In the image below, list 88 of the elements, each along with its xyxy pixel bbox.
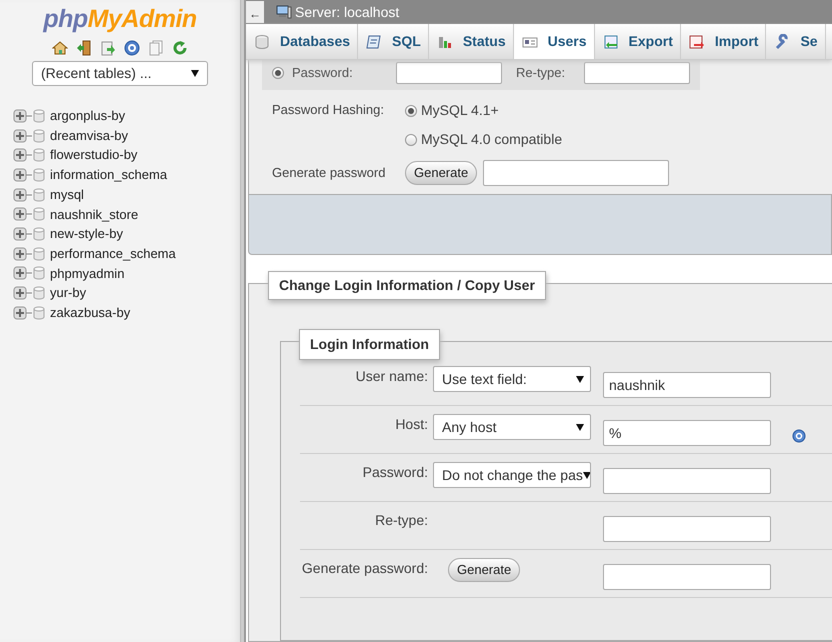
field-label: Password: xyxy=(362,463,429,482)
caret-icon xyxy=(576,376,584,382)
password-field[interactable] xyxy=(396,62,502,84)
database-icon xyxy=(33,306,45,320)
field-label: Host: xyxy=(394,415,429,434)
home-icon[interactable] xyxy=(52,40,68,56)
panel-legend: Change Login Information / Copy User xyxy=(268,271,546,300)
generate-button[interactable]: Generate xyxy=(448,558,520,582)
database-icon xyxy=(33,168,45,182)
logo: phpMyAdmin xyxy=(42,4,198,34)
expand-icon[interactable] xyxy=(13,168,33,182)
database-link[interactable]: phpmyadmin xyxy=(50,264,124,284)
database-icon xyxy=(33,286,45,300)
database-icon xyxy=(254,34,270,50)
dropdown[interactable]: Do not change the pas xyxy=(433,462,591,488)
help-icon[interactable] xyxy=(124,40,140,56)
radio-button[interactable] xyxy=(405,104,417,116)
option-label: MySQL 4.1+ xyxy=(421,101,499,120)
field-label: Generate password: xyxy=(300,559,429,578)
text-field[interactable] xyxy=(603,516,771,542)
database-link[interactable]: argonplus-by xyxy=(50,106,126,126)
radio-button[interactable] xyxy=(405,134,417,146)
database-icon xyxy=(33,207,45,222)
expand-icon[interactable] xyxy=(13,128,33,143)
database-icon xyxy=(33,108,45,123)
retype-field[interactable] xyxy=(584,62,690,84)
wrench-icon xyxy=(774,34,790,50)
panel-legend: Login Information xyxy=(299,329,440,360)
text-field[interactable] xyxy=(603,564,771,590)
retype-label: Re-type: xyxy=(516,64,566,82)
exit-icon[interactable] xyxy=(76,40,92,56)
expand-icon[interactable] xyxy=(13,306,33,320)
back-button[interactable]: ← xyxy=(246,1,264,23)
text-field[interactable] xyxy=(603,468,771,494)
reload-icon[interactable] xyxy=(172,40,188,56)
text-field[interactable]: naushnik xyxy=(603,372,771,398)
export-icon xyxy=(602,34,619,50)
sql-icon xyxy=(366,34,382,50)
server-icon xyxy=(276,5,292,19)
document-arrow-icon[interactable] xyxy=(100,40,116,56)
tab[interactable]: Export xyxy=(594,24,681,59)
database-link[interactable]: mysql xyxy=(50,184,84,204)
caret-icon xyxy=(191,70,199,77)
database-link[interactable]: dreamvisa-by xyxy=(50,126,128,146)
database-icon xyxy=(33,266,45,280)
tab[interactable]: Users xyxy=(514,24,595,59)
field-label: User name: xyxy=(354,367,429,386)
expand-icon[interactable] xyxy=(13,148,33,162)
generate-password-label: Generate password xyxy=(272,164,386,182)
tab[interactable]: Databases xyxy=(246,24,358,59)
database-link[interactable]: flowerstudio-by xyxy=(50,145,138,165)
database-link[interactable]: performance_schema xyxy=(50,244,176,264)
import-icon xyxy=(688,34,705,50)
database-link[interactable]: new-style-by xyxy=(50,224,123,244)
generated-password-field[interactable] xyxy=(483,160,670,186)
expand-icon[interactable] xyxy=(13,286,33,300)
caret-icon xyxy=(576,424,584,430)
expand-icon[interactable] xyxy=(13,266,33,280)
hashing-label: Password Hashing: xyxy=(272,101,385,119)
option-label: MySQL 4.0 compatible xyxy=(421,130,562,149)
tab[interactable]: SQL xyxy=(358,24,429,59)
database-link[interactable]: information_schema xyxy=(50,165,168,185)
radio-button[interactable] xyxy=(272,67,284,79)
tab[interactable]: Import xyxy=(680,24,766,59)
database-link[interactable]: naushnik_store xyxy=(50,204,138,224)
database-icon xyxy=(33,128,45,143)
database-icon xyxy=(33,246,45,261)
expand-icon[interactable] xyxy=(13,226,33,241)
generate-button[interactable]: Generate xyxy=(405,161,478,185)
recent-tables-select[interactable]: (Recent tables) ... xyxy=(32,61,208,86)
database-icon xyxy=(33,188,45,202)
dropdown[interactable]: Use text field: xyxy=(433,366,591,392)
database-icon xyxy=(33,226,45,241)
server-title: Server: localhost xyxy=(295,2,400,22)
database-link[interactable]: zakazbusa-by xyxy=(50,302,130,322)
expand-icon[interactable] xyxy=(13,246,33,261)
caret-icon xyxy=(582,472,590,478)
expand-icon[interactable] xyxy=(13,188,33,202)
database-icon xyxy=(33,148,45,162)
database-link[interactable]: yur-by xyxy=(50,283,86,303)
dropdown[interactable]: Any host xyxy=(433,414,591,440)
password-label: Password: xyxy=(292,64,354,82)
expand-icon[interactable] xyxy=(13,207,33,222)
text-field[interactable]: % xyxy=(603,420,771,446)
field-label: Re-type: xyxy=(374,511,429,530)
tab[interactable]: Se xyxy=(766,24,826,59)
expand-icon[interactable] xyxy=(13,108,33,123)
help-icon[interactable] xyxy=(792,429,806,443)
